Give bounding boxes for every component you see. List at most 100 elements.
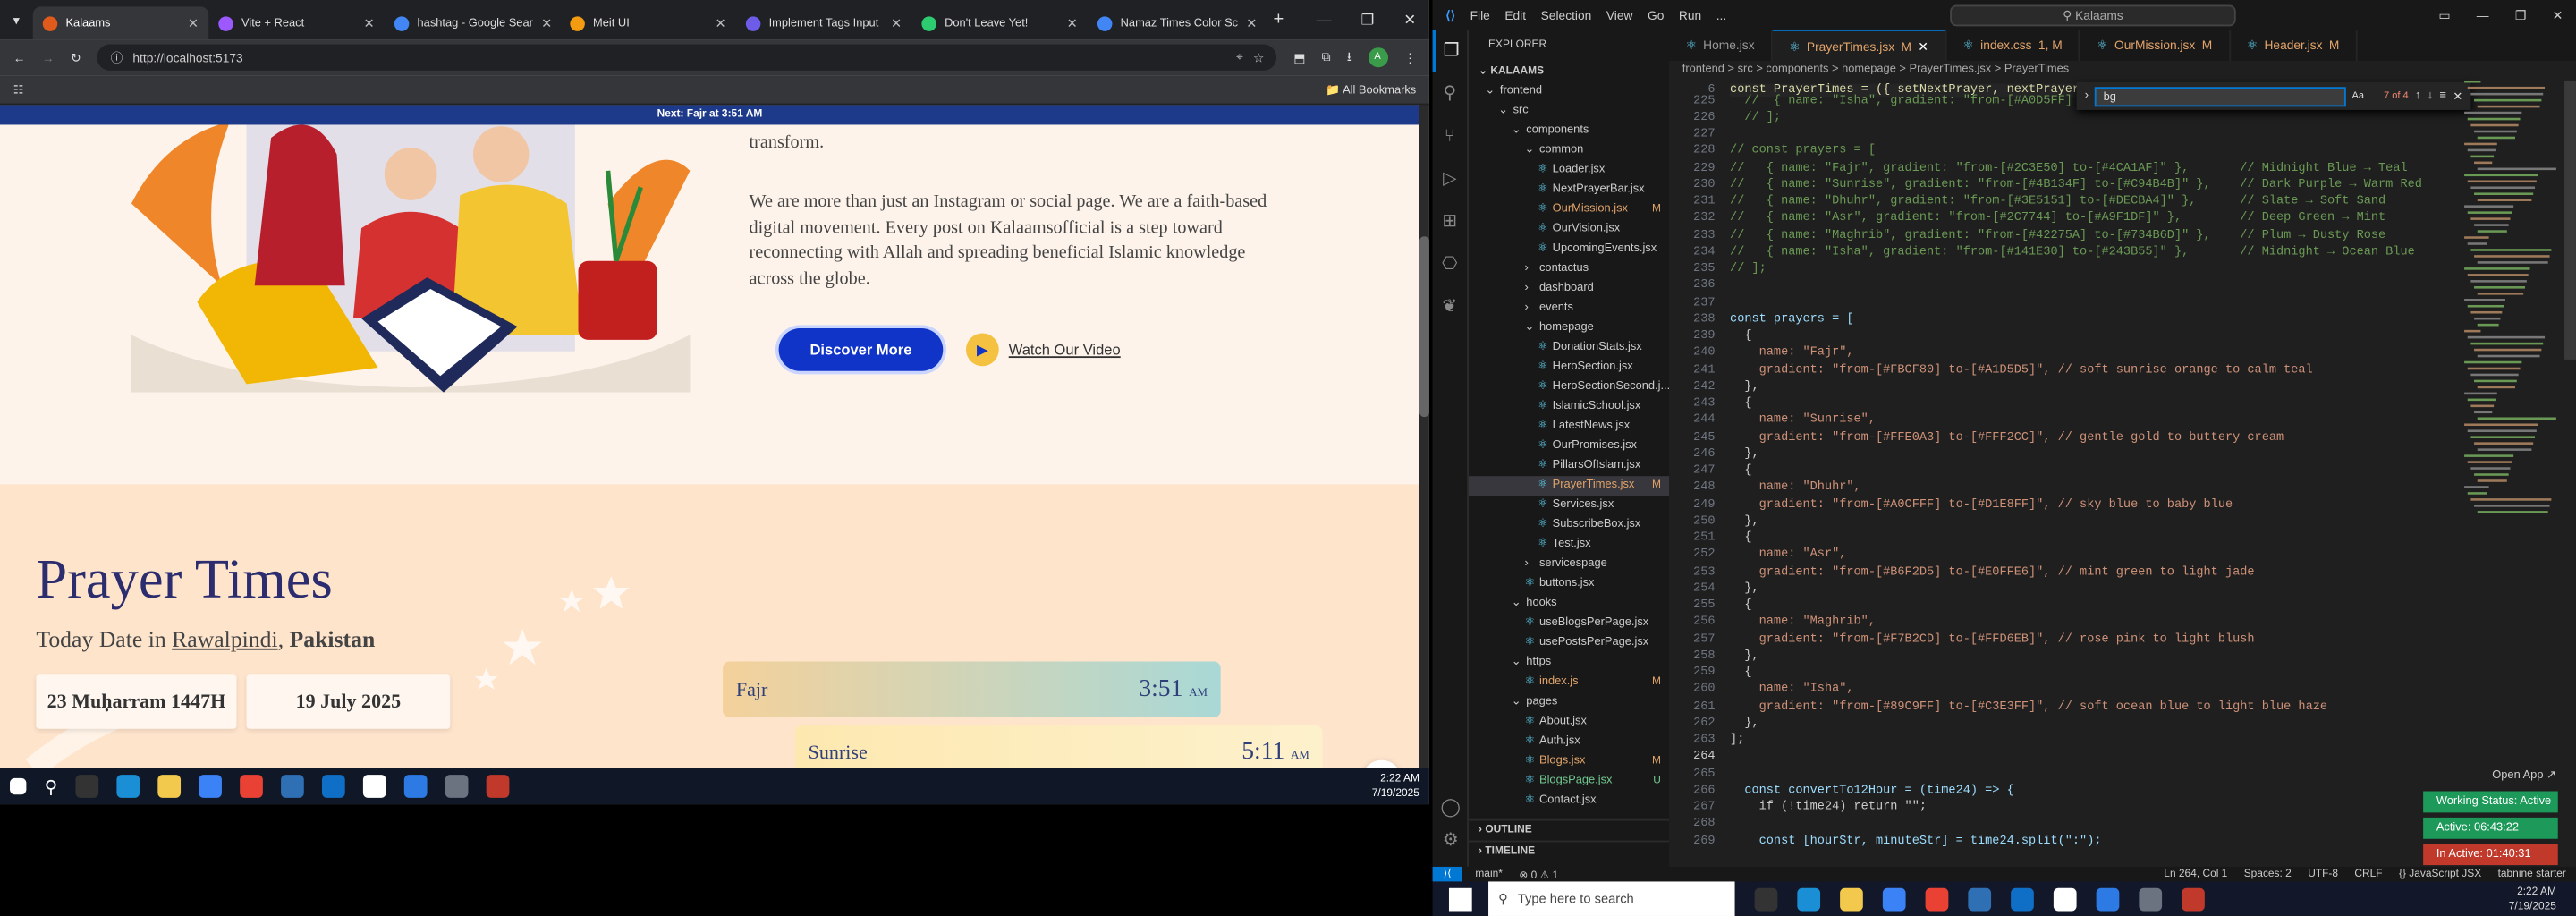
- editor-tab[interactable]: ⚛ OurMission.jsx M: [2080, 30, 2231, 61]
- timeline-panel[interactable]: › TIMELINE: [1469, 840, 1670, 861]
- new-tab-icon[interactable]: +: [1273, 10, 1284, 30]
- extensions-icon[interactable]: ⊞: [1433, 200, 1468, 243]
- zoom-icon[interactable]: [403, 775, 428, 798]
- search-icon[interactable]: ⚲: [1433, 72, 1468, 115]
- account-icon[interactable]: ◯: [1433, 796, 1469, 818]
- menu-kebab-icon[interactable]: ⋮: [1403, 50, 1416, 65]
- tree-file[interactable]: ⚛ HeroSectionSecond.j...: [1469, 377, 1669, 397]
- tree-file[interactable]: ⚛ Test.jsx: [1469, 535, 1669, 555]
- tree-file[interactable]: ⚛ useBlogsPerPage.jsx: [1469, 614, 1669, 633]
- task-view-icon[interactable]: [1754, 886, 1778, 911]
- tree-folder[interactable]: ⌄ pages: [1469, 692, 1669, 712]
- app-icon[interactable]: [281, 775, 304, 798]
- minimize-icon[interactable]: —: [2477, 7, 2489, 22]
- find-selection-icon[interactable]: ≡: [2440, 90, 2447, 102]
- browser-tab[interactable]: Namaz Times Color Sc ✕: [1088, 6, 1264, 39]
- maximize-icon[interactable]: ❐: [2515, 7, 2526, 22]
- editor-tab[interactable]: ⚛ Home.jsx: [1669, 30, 1773, 61]
- snip-icon[interactable]: [486, 775, 510, 798]
- city-link[interactable]: Rawalpindi: [172, 629, 278, 654]
- reload-icon[interactable]: ↻: [71, 50, 81, 65]
- taskbar-search-box[interactable]: ⚲ Type here to search: [1488, 881, 1735, 916]
- browser-tab[interactable]: Vite + React ✕: [208, 6, 385, 39]
- tree-folder[interactable]: › contactus: [1469, 259, 1669, 279]
- tab-close-icon[interactable]: ✕: [716, 15, 726, 30]
- tree-file[interactable]: ⚛ OurMission.jsx M: [1469, 200, 1669, 220]
- menu-item[interactable]: View: [1606, 7, 1633, 22]
- task-view-icon[interactable]: [75, 775, 99, 798]
- tree-file[interactable]: ⚛ IslamicSchool.jsx: [1469, 397, 1669, 417]
- tab-close-icon[interactable]: ✕: [1246, 15, 1257, 30]
- browser-tab[interactable]: Meit UI ✕: [560, 6, 736, 39]
- tree-file[interactable]: ⚛ DonationStats.jsx: [1469, 338, 1669, 358]
- outline-panel[interactable]: › OUTLINE: [1469, 818, 1670, 839]
- browser-tab[interactable]: Don't Leave Yet! ✕: [911, 6, 1088, 39]
- page-scrollbar[interactable]: [1419, 105, 1429, 768]
- git-branch[interactable]: main*: [1475, 869, 1503, 880]
- browser-tab[interactable]: hashtag - Google Sear ✕: [385, 6, 561, 39]
- tree-file[interactable]: ⚛ PrayerTimes.jsx M: [1469, 476, 1670, 496]
- tree-file[interactable]: ⚛ OurVision.jsx: [1469, 220, 1669, 240]
- obs-icon[interactable]: [2053, 886, 2077, 911]
- tree-folder[interactable]: ⌄ src: [1469, 102, 1669, 122]
- windows-start-icon[interactable]: [10, 777, 27, 795]
- tabnine-status[interactable]: tabnine starter: [2498, 869, 2576, 880]
- tree-file[interactable]: ⚛ usePostsPerPage.jsx: [1469, 633, 1669, 653]
- tree-file[interactable]: ⚛ BlogsPage.jsx U: [1469, 771, 1669, 791]
- search-icon[interactable]: ⚲: [45, 776, 58, 797]
- menu-item[interactable]: File: [1470, 7, 1490, 22]
- tree-file[interactable]: ⚛ Services.jsx: [1469, 496, 1669, 515]
- tree-folder[interactable]: ⌄ https: [1469, 653, 1669, 673]
- tree-folder[interactable]: › servicespage: [1469, 555, 1669, 574]
- chrome-icon[interactable]: [1925, 886, 1949, 911]
- problems-count[interactable]: ⊗ 0 ⚠ 1: [1519, 868, 1558, 881]
- tree-file[interactable]: ⚛ buttons.jsx: [1469, 574, 1669, 594]
- tree-file[interactable]: ⚛ HeroSection.jsx: [1469, 358, 1669, 377]
- extension-icon[interactable]: ⬒: [1293, 50, 1305, 65]
- app-icon[interactable]: [1968, 886, 1992, 911]
- snip-icon[interactable]: [2182, 886, 2205, 911]
- forward-icon[interactable]: →: [42, 50, 55, 65]
- menu-item[interactable]: Run: [1679, 7, 1701, 22]
- previous-match-icon[interactable]: ↑: [2415, 90, 2420, 102]
- editor-tab[interactable]: ⚛ Header.jsx M: [2230, 30, 2358, 61]
- browser-tab[interactable]: Implement Tags Input ✕: [736, 6, 912, 39]
- all-bookmarks[interactable]: 📁 All Bookmarks: [1326, 83, 1416, 97]
- close-window-icon[interactable]: ✕: [1403, 11, 1416, 29]
- address-bar[interactable]: ⓘ http://localhost:5173 ⌖ ☆: [97, 44, 1277, 71]
- match-case-icon[interactable]: Aa: [2352, 91, 2364, 101]
- location-icon[interactable]: ⌖: [1236, 49, 1243, 65]
- close-find-icon[interactable]: ✕: [2453, 89, 2462, 103]
- tree-folder[interactable]: ⌄ hooks: [1469, 594, 1669, 614]
- tree-file[interactable]: ⚛ Contact.jsx: [1469, 792, 1669, 811]
- obs-icon[interactable]: [363, 775, 386, 798]
- run-debug-icon[interactable]: ▷: [1433, 157, 1468, 200]
- toggle-replace-icon[interactable]: ›: [2085, 90, 2089, 102]
- menu-item[interactable]: Selection: [1541, 7, 1592, 22]
- language-mode[interactable]: {} JavaScript JSX: [2399, 869, 2481, 880]
- encoding[interactable]: UTF-8: [2308, 869, 2338, 880]
- code-view[interactable]: 6 const PrayerTimes = ({ setNextPrayer, n…: [1669, 81, 2458, 867]
- find-input[interactable]: bg: [2095, 86, 2346, 106]
- scroll-indicator-button[interactable]: ⏶: [1361, 759, 1402, 768]
- minimize-icon[interactable]: —: [1317, 11, 1332, 29]
- windows-start-icon[interactable]: [1448, 886, 1472, 911]
- puzzle-icon[interactable]: ⧉: [1322, 49, 1331, 65]
- tree-file[interactable]: ⚛ index.js M: [1469, 673, 1669, 692]
- line-ending[interactable]: CRLF: [2354, 869, 2382, 880]
- discover-more-button[interactable]: Discover More: [778, 328, 944, 371]
- tree-folder[interactable]: ⌄ common: [1469, 141, 1669, 161]
- edge-icon[interactable]: [1797, 886, 1821, 911]
- tab-close-icon[interactable]: ✕: [188, 15, 199, 30]
- menu-item[interactable]: ...: [1716, 7, 1727, 22]
- file-explorer-icon[interactable]: [157, 775, 182, 798]
- tree-file[interactable]: ⚛ PillarsOfIslam.jsx: [1469, 456, 1669, 476]
- tab-close-icon[interactable]: ✕: [891, 15, 902, 30]
- watch-video-link[interactable]: ▶ Watch Our Video: [965, 333, 1121, 367]
- tree-file[interactable]: ⚛ LatestNews.jsx: [1469, 417, 1669, 437]
- zoom-icon[interactable]: [2096, 886, 2120, 911]
- maximize-icon[interactable]: ❐: [1360, 11, 1374, 29]
- remote-icon[interactable]: ⎔: [1433, 243, 1468, 286]
- store-icon[interactable]: [199, 775, 223, 798]
- tree-file[interactable]: ⚛ Auth.jsx: [1469, 732, 1669, 751]
